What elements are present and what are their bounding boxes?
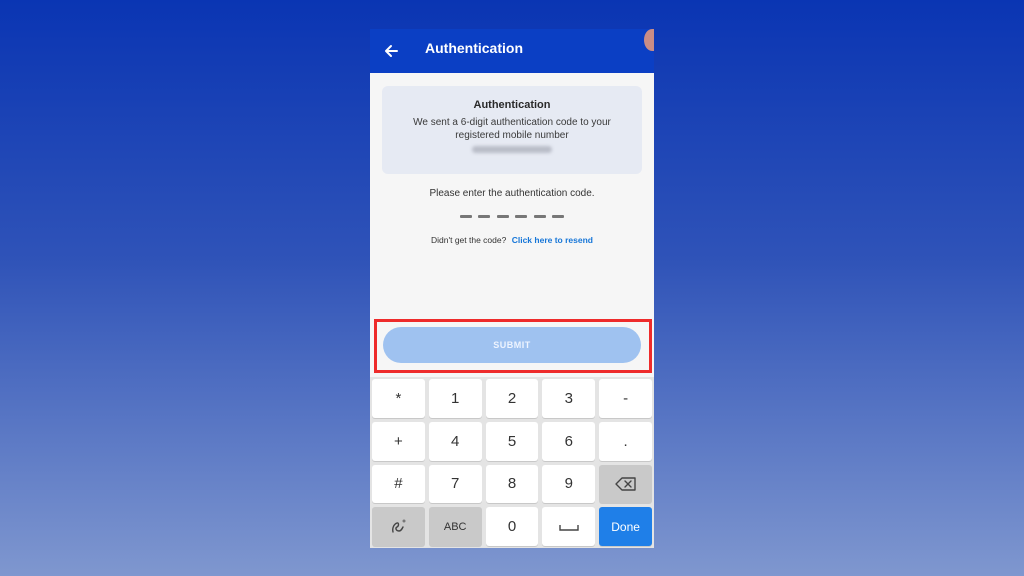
key-minus[interactable]: - bbox=[599, 379, 652, 418]
key-7[interactable]: 7 bbox=[428, 464, 482, 504]
phone-screen: Authentication Authentication We sent a … bbox=[370, 29, 654, 548]
handwriting-key[interactable] bbox=[372, 507, 425, 546]
code-digit-slot bbox=[478, 215, 491, 218]
resend-row: Didn't get the code? Click here to resen… bbox=[370, 235, 654, 245]
key-9[interactable]: 9 bbox=[542, 464, 596, 504]
resend-link[interactable]: Click here to resend bbox=[512, 235, 593, 245]
masked-phone-number bbox=[472, 146, 552, 153]
code-digit-slot bbox=[460, 215, 472, 218]
key-6[interactable]: 6 bbox=[542, 421, 596, 461]
key-5[interactable]: 5 bbox=[485, 421, 539, 461]
app-bar: Authentication bbox=[370, 29, 654, 73]
submit-button[interactable]: SUBMIT bbox=[383, 327, 641, 363]
key-period[interactable]: . bbox=[599, 421, 652, 461]
key-asterisk[interactable]: * bbox=[372, 379, 425, 418]
key-3[interactable]: 3 bbox=[542, 379, 596, 418]
key-plus[interactable]: + bbox=[372, 421, 425, 461]
code-digit-slot bbox=[551, 215, 564, 218]
backspace-key[interactable] bbox=[599, 464, 652, 504]
code-digit-slot bbox=[533, 215, 546, 218]
code-input[interactable] bbox=[460, 215, 564, 221]
resend-text: Didn't get the code? bbox=[431, 235, 507, 245]
backspace-icon bbox=[614, 477, 636, 491]
code-digit-slot bbox=[496, 215, 509, 218]
key-2[interactable]: 2 bbox=[485, 379, 539, 418]
arrow-left-icon bbox=[385, 45, 398, 57]
key-hash[interactable]: # bbox=[372, 464, 425, 504]
code-prompt: Please enter the authentication code. bbox=[429, 188, 595, 199]
abc-key[interactable]: ABC bbox=[428, 507, 482, 546]
done-key[interactable]: Done bbox=[599, 507, 652, 546]
numeric-keypad: * 1 2 3 - + 4 5 6 . # 7 8 9 ABC 0 Done bbox=[370, 377, 654, 548]
avatar bbox=[644, 29, 654, 51]
info-card: Authentication We sent a 6-digit authent… bbox=[382, 86, 642, 174]
space-icon bbox=[559, 524, 579, 531]
key-0[interactable]: 0 bbox=[485, 507, 539, 546]
key-1[interactable]: 1 bbox=[428, 379, 482, 418]
handwriting-icon bbox=[392, 519, 406, 533]
key-8[interactable]: 8 bbox=[485, 464, 539, 504]
info-card-title: Authentication bbox=[473, 99, 551, 111]
back-button[interactable] bbox=[380, 40, 402, 62]
key-4[interactable]: 4 bbox=[428, 421, 482, 461]
info-card-message: We sent a 6-digit authentication code to… bbox=[413, 117, 611, 141]
code-digit-slot bbox=[515, 215, 528, 218]
space-key[interactable] bbox=[542, 507, 596, 546]
page-title: Authentication bbox=[425, 40, 523, 56]
